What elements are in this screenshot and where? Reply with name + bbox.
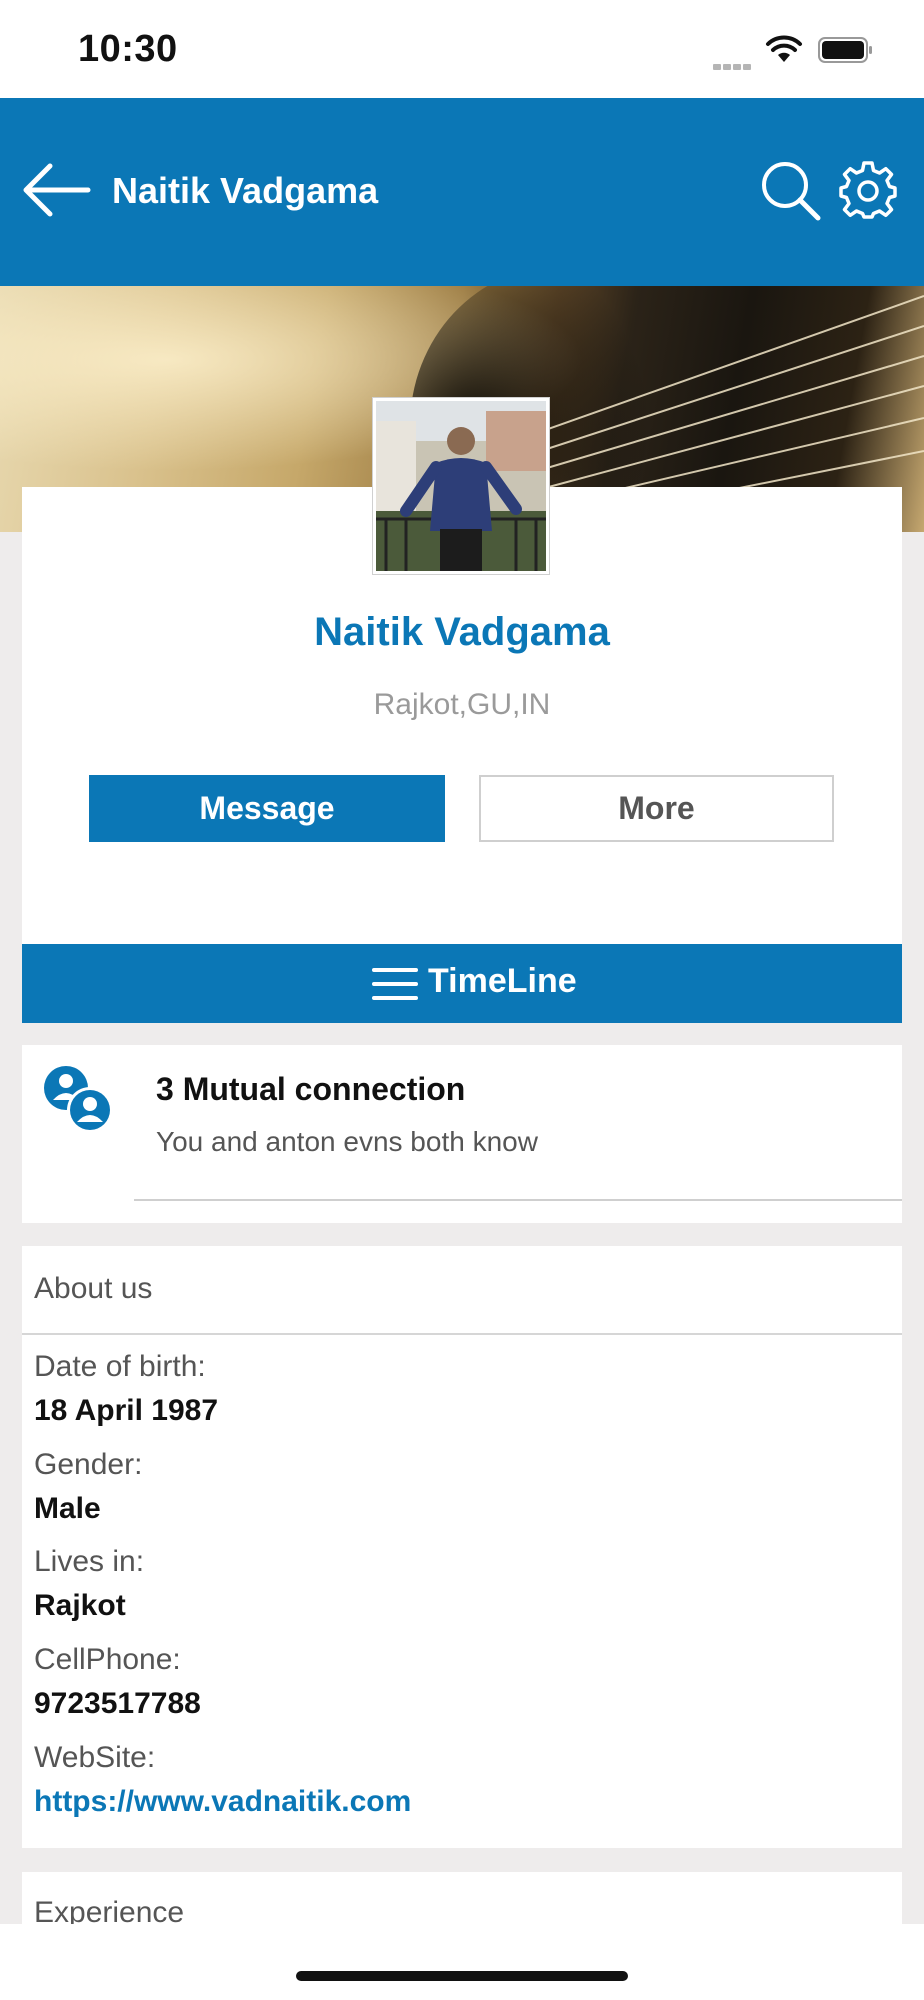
gender-label: Gender: [34,1448,143,1481]
gear-icon[interactable] [838,160,898,220]
home-indicator[interactable] [296,1971,628,1981]
dob-value: 18 April 1987 [34,1394,218,1427]
page-title: Naitik Vadgama [112,170,379,211]
mutual-connections-subtitle: You and anton evns both know [156,1126,538,1157]
users-icon [44,1066,113,1133]
cellphone-value[interactable]: 9723517788 [34,1687,201,1721]
divider [134,1199,902,1201]
profile-location: Rajkot,GU,IN [373,688,551,721]
message-button[interactable]: Message [89,775,445,842]
wifi-icon [766,35,802,62]
cellular-signal-icon [713,57,753,75]
divider [22,1333,902,1335]
battery-icon [818,37,872,63]
cellphone-label: CellPhone: [34,1643,181,1676]
lives-in-value: Rajkot [34,1589,126,1622]
avatar[interactable] [372,397,550,575]
gender-value: Male [34,1492,101,1525]
website-label: WebSite: [34,1741,156,1774]
home-indicator-area [0,1924,924,2000]
more-button[interactable]: More [479,775,834,842]
timeline-label: TimeLine [428,962,577,1000]
search-icon[interactable] [760,160,822,222]
website-link[interactable]: https://www.vadnaitik.com [34,1785,411,1819]
dob-label: Date of birth: [34,1350,206,1383]
mutual-connections-title: 3 Mutual connection [156,1071,466,1107]
menu-icon [372,968,418,1000]
status-time: 10:30 [78,28,178,70]
profile-name: Naitik Vadgama [314,610,610,654]
about-title: About us [34,1272,153,1305]
status-bar: 10:30 [0,0,924,98]
profile-photo [376,401,546,571]
lives-in-label: Lives in: [34,1545,145,1578]
arrow-left-icon[interactable] [20,160,92,220]
